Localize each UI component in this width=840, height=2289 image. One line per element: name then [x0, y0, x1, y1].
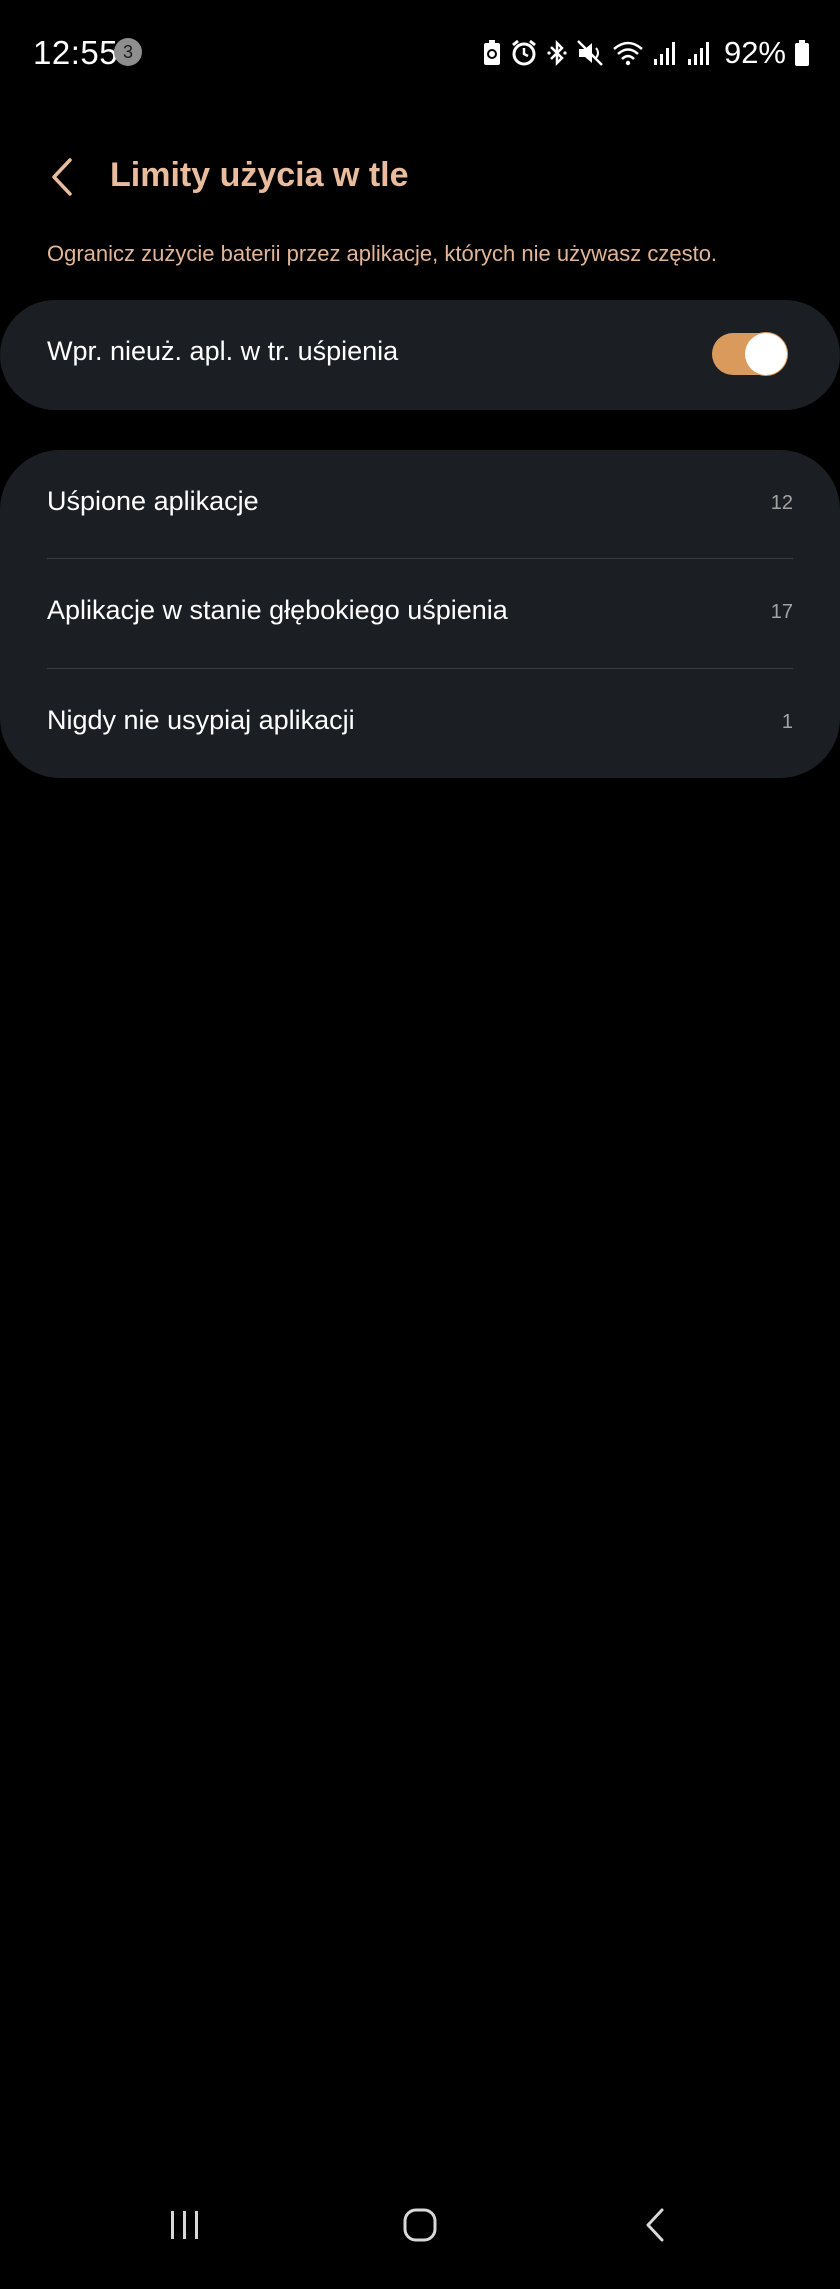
toggle-switch[interactable]: [712, 333, 788, 375]
list-item-sleeping-apps[interactable]: Uśpione aplikacje 12: [0, 450, 840, 560]
list-item-deep-sleeping-apps[interactable]: Aplikacje w stanie głębokiego uśpienia 1…: [0, 559, 840, 669]
status-icons: 92%: [482, 32, 810, 74]
list-item-never-sleeping-apps[interactable]: Nigdy nie usypiaj aplikacji 1: [0, 669, 840, 779]
status-bar: 12:55 3 92%: [0, 0, 840, 106]
alarm-icon: [510, 35, 538, 71]
toggle-knob: [745, 333, 787, 375]
home-button[interactable]: [380, 2190, 460, 2260]
list-item-label: Aplikacje w stanie głębokiego uśpienia: [47, 595, 508, 625]
toggle-setting-card[interactable]: Wpr. nieuż. apl. w tr. uśpienia: [0, 300, 840, 410]
navigation-bar: [0, 2190, 840, 2289]
page-title: Limity użycia w tle: [110, 156, 409, 194]
app-list-card: Uśpione aplikacje 12 Aplikacje w stanie …: [0, 450, 840, 778]
bluetooth-icon: [546, 35, 568, 71]
notification-count-badge: 3: [114, 38, 142, 66]
battery-saver-icon: [482, 35, 502, 71]
list-item-label: Nigdy nie usypiaj aplikacji: [47, 705, 355, 735]
back-button[interactable]: [40, 152, 84, 202]
toggle-setting-label: Wpr. nieuż. apl. w tr. uśpienia: [47, 336, 399, 366]
page-description: Ogranicz zużycie baterii przez aplikacje…: [47, 241, 718, 266]
list-item-label: Uśpione aplikacje: [47, 486, 259, 516]
wifi-icon: [612, 35, 644, 71]
nav-back-button[interactable]: [615, 2190, 695, 2260]
chevron-left-icon: [52, 158, 72, 196]
home-icon: [403, 2208, 437, 2242]
battery-percentage: 92%: [723, 35, 786, 70]
mute-icon: [576, 35, 604, 71]
battery-icon: [794, 35, 810, 71]
list-item-count: 17: [770, 601, 793, 623]
list-item-count: 12: [770, 492, 793, 514]
recents-button[interactable]: [145, 2190, 225, 2260]
signal-icon: [686, 35, 712, 71]
back-icon: [646, 2208, 664, 2242]
signal-icon: [652, 35, 678, 71]
recents-icon: [171, 2211, 198, 2239]
list-item-count: 1: [781, 711, 793, 733]
status-time: 12:55: [33, 34, 119, 71]
